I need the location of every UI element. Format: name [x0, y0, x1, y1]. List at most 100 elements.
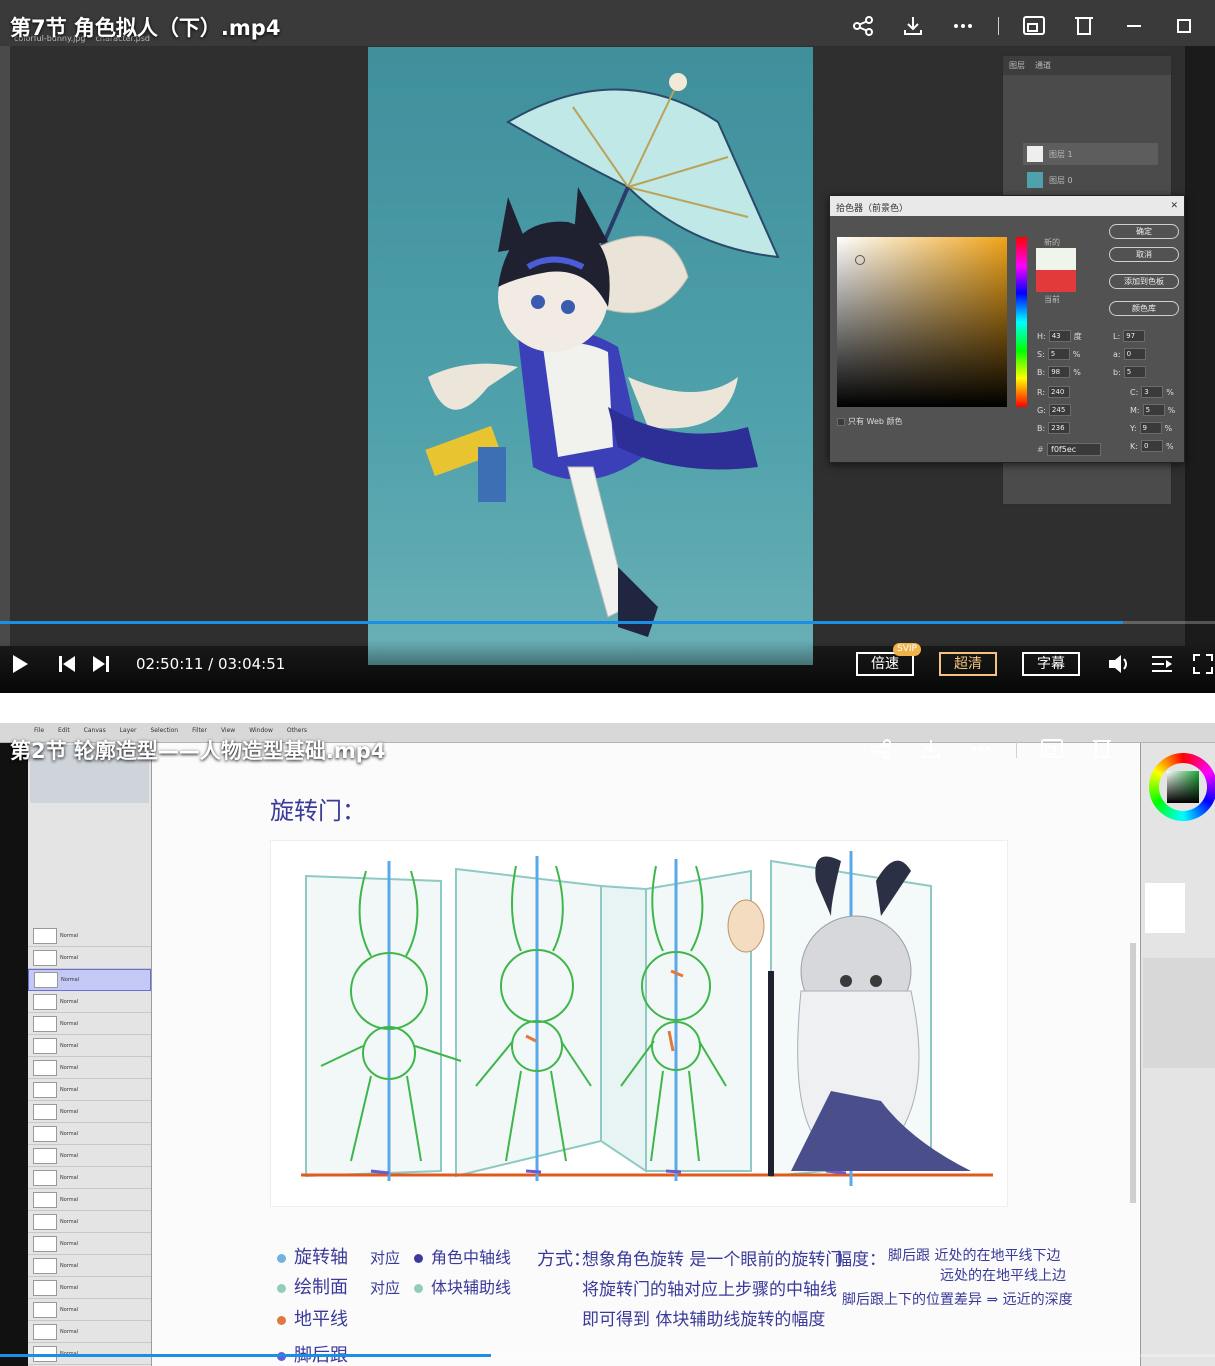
- green-field[interactable]: G: 245: [1037, 404, 1071, 416]
- hue-slider[interactable]: [1016, 237, 1027, 407]
- layer-row[interactable]: Normal: [28, 1101, 151, 1123]
- layer-row[interactable]: Normal: [28, 1079, 151, 1101]
- sai-menu-item[interactable]: Others: [287, 727, 307, 734]
- sai-menu-item[interactable]: View: [221, 727, 235, 734]
- layer-thumbnail: [33, 1257, 57, 1274]
- sai-menu-item[interactable]: Window: [249, 727, 273, 734]
- sai-menu-item[interactable]: Layer: [120, 727, 137, 734]
- layer-row[interactable]: Normal: [28, 991, 151, 1013]
- amplitude-line-2: 远处的在地平线上边: [940, 1268, 1066, 1284]
- layer-row[interactable]: Normal: [28, 1255, 151, 1277]
- new-color-label: 新的: [1044, 238, 1060, 247]
- cancel-button[interactable]: 取消: [1109, 247, 1179, 262]
- legend-dot: [277, 1253, 286, 1263]
- progress-bar[interactable]: [0, 621, 1215, 624]
- canvas-scrollbar[interactable]: [1130, 943, 1136, 1203]
- layers-tab[interactable]: 图层: [1009, 60, 1025, 71]
- current-color-swatch[interactable]: [1036, 270, 1076, 292]
- playlist-icon[interactable]: [1150, 654, 1174, 674]
- layer-row[interactable]: Normal: [28, 1277, 151, 1299]
- layer-row[interactable]: Normal: [28, 1123, 151, 1145]
- close-icon[interactable]: ✕: [1170, 201, 1178, 211]
- layer-row[interactable]: Normal: [28, 1189, 151, 1211]
- legend-item: 绘制面 对应 体块辅助线: [277, 1273, 511, 1299]
- color-wheel[interactable]: [1149, 753, 1215, 821]
- layer-row[interactable]: Normal: [28, 969, 151, 991]
- layer-thumbnail: [33, 1235, 57, 1252]
- sai-menu-item[interactable]: File: [34, 727, 44, 734]
- layer-thumbnail: [33, 949, 57, 966]
- layer-thumbnail: [33, 1279, 57, 1296]
- minimize-icon[interactable]: [1119, 12, 1149, 40]
- legend-label: 绘制面: [294, 1277, 348, 1298]
- layer-blend-mode: Normal: [60, 1086, 79, 1093]
- fullscreen-icon[interactable]: [1192, 653, 1214, 675]
- ok-button[interactable]: 确定: [1109, 224, 1179, 239]
- pip-icon[interactable]: [1037, 735, 1067, 763]
- next-icon[interactable]: [91, 655, 111, 673]
- method-line-3: 即可得到 体块辅助线旋转的幅度: [582, 1310, 826, 1330]
- video-player-1[interactable]: colorful-bunny.jpg character.psd 图层 通道 图…: [0, 0, 1215, 693]
- sai-menu-item[interactable]: Filter: [192, 727, 207, 734]
- share-icon[interactable]: [866, 735, 896, 763]
- float-window-icon[interactable]: [1087, 735, 1117, 763]
- method-line-2: 将旋转门的轴对应上步骤的中轴线: [582, 1280, 837, 1300]
- web-colors-checkbox[interactable]: 只有 Web 颜色: [837, 416, 903, 427]
- brightness-field[interactable]: B: 98%: [1037, 366, 1081, 378]
- tool-grid[interactable]: [1143, 958, 1215, 1068]
- download-icon[interactable]: [916, 735, 946, 763]
- sai-menu-item[interactable]: Selection: [150, 727, 178, 734]
- more-icon[interactable]: [948, 12, 978, 40]
- sai-menu-item[interactable]: Edit: [58, 727, 70, 734]
- layer-row[interactable]: Normal: [28, 1233, 151, 1255]
- more-icon[interactable]: [966, 735, 996, 763]
- magenta-field[interactable]: M: 5%: [1130, 404, 1175, 416]
- svip-badge: SVIP: [893, 643, 921, 656]
- layer-row[interactable]: Normal: [28, 1013, 151, 1035]
- sai-layer-panel: Normal Normal Normal Normal Normal Normal Norm…: [28, 743, 152, 1366]
- progress-bar[interactable]: [0, 1354, 1215, 1357]
- video-player-2[interactable]: File Edit Canvas Layer Selection Filter View Wi…: [0, 723, 1215, 1366]
- layer-row[interactable]: Normal: [28, 1057, 151, 1079]
- maximize-icon[interactable]: [1169, 12, 1199, 40]
- layer-row[interactable]: Normal: [28, 1145, 151, 1167]
- float-window-icon[interactable]: [1069, 12, 1099, 40]
- layer-thumbnail: [33, 1059, 57, 1076]
- play-icon[interactable]: [10, 653, 30, 675]
- layer-row[interactable]: Normal: [28, 925, 151, 947]
- layer-row[interactable]: Normal: [28, 1035, 151, 1057]
- blue-field[interactable]: B: 236: [1037, 422, 1071, 434]
- layer-blend-mode: Normal: [60, 1108, 79, 1115]
- saturation-brightness-field[interactable]: [837, 237, 1007, 407]
- sai-menu-item[interactable]: Canvas: [84, 727, 106, 734]
- layer-thumbnail: [33, 1323, 57, 1340]
- lab-b-field[interactable]: b: 5: [1113, 366, 1146, 378]
- black-field[interactable]: K: 0%: [1130, 440, 1174, 452]
- layer-row[interactable]: Normal: [28, 1211, 151, 1233]
- saturation-field[interactable]: S: 5%: [1037, 348, 1080, 360]
- prev-icon[interactable]: [57, 655, 77, 673]
- layer-row-1[interactable]: 图层 1: [1023, 143, 1158, 165]
- hex-input[interactable]: f0f5ec: [1047, 443, 1101, 456]
- volume-icon[interactable]: [1107, 653, 1133, 675]
- cyan-field[interactable]: C: 3%: [1130, 386, 1174, 398]
- layer-row[interactable]: Normal: [28, 1321, 151, 1343]
- download-icon[interactable]: [898, 12, 928, 40]
- subtitle-button[interactable]: 字幕: [1022, 652, 1080, 676]
- lab-a-field[interactable]: a: 0: [1113, 348, 1146, 360]
- layer-blend-mode: Normal: [60, 954, 79, 961]
- layer-row[interactable]: Normal: [28, 1299, 151, 1321]
- lab-l-field[interactable]: L: 97: [1113, 330, 1146, 342]
- red-field[interactable]: R: 240: [1037, 386, 1071, 398]
- color-libraries-button[interactable]: 颜色库: [1109, 301, 1179, 316]
- hue-field[interactable]: H: 43 度: [1037, 330, 1082, 342]
- layer-row[interactable]: Normal: [28, 947, 151, 969]
- add-to-swatches-button[interactable]: 添加到色板: [1109, 274, 1179, 289]
- share-icon[interactable]: [848, 12, 878, 40]
- channels-tab[interactable]: 通道: [1035, 60, 1051, 71]
- layer-row-0[interactable]: 图层 0: [1023, 169, 1158, 191]
- layer-row[interactable]: Normal: [28, 1167, 151, 1189]
- quality-button[interactable]: 超清: [939, 652, 997, 676]
- yellow-field[interactable]: Y: 9%: [1130, 422, 1172, 434]
- pip-icon[interactable]: [1019, 12, 1049, 40]
